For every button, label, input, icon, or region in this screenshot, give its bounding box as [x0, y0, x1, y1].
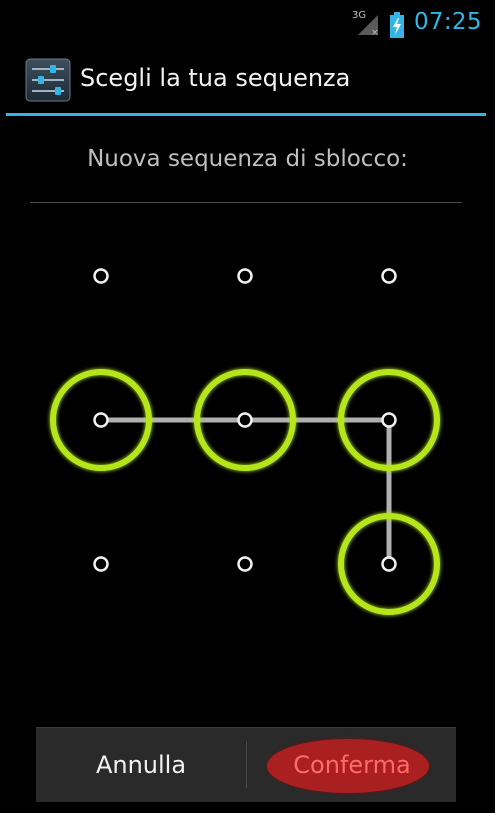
action-bar-divider [6, 113, 486, 116]
button-bar: Annulla Conferma [36, 727, 456, 802]
pattern-path-line [101, 417, 392, 564]
pattern-instruction: Nuova sequenza di sblocco: [87, 146, 408, 172]
confirm-button-label: Conferma [293, 751, 411, 779]
header-divider [30, 202, 462, 203]
pattern-node-1[interactable] [93, 268, 109, 284]
pattern-node-2[interactable] [237, 268, 253, 284]
pattern-node-9[interactable] [381, 556, 397, 572]
action-bar: Scegli la tua sequenza [0, 44, 495, 114]
pattern-node-6[interactable] [381, 412, 397, 428]
status-bar: 3G × 07:25 [0, 0, 495, 44]
action-bar-title: Scegli la tua sequenza [80, 64, 351, 92]
pattern-node-5[interactable] [237, 412, 253, 428]
cancel-button-label: Annulla [95, 751, 187, 779]
pattern-grid[interactable] [0, 0, 495, 813]
confirm-button[interactable]: Conferma [247, 728, 457, 802]
cancel-button[interactable]: Annulla [36, 728, 246, 802]
battery-charging-icon [390, 12, 404, 38]
svg-text:×: × [371, 28, 379, 36]
pattern-node-4[interactable] [93, 412, 109, 428]
lock-pattern-screen: 3G × 07:25 Scegli la tua sequenza Nuova … [0, 0, 495, 813]
signal-icon: × [358, 15, 379, 36]
settings-sliders-icon[interactable] [25, 58, 71, 102]
pattern-node-8[interactable] [237, 556, 253, 572]
pattern-node-7[interactable] [93, 556, 109, 572]
pattern-node-3[interactable] [381, 268, 397, 284]
status-clock: 07:25 [414, 9, 482, 35]
